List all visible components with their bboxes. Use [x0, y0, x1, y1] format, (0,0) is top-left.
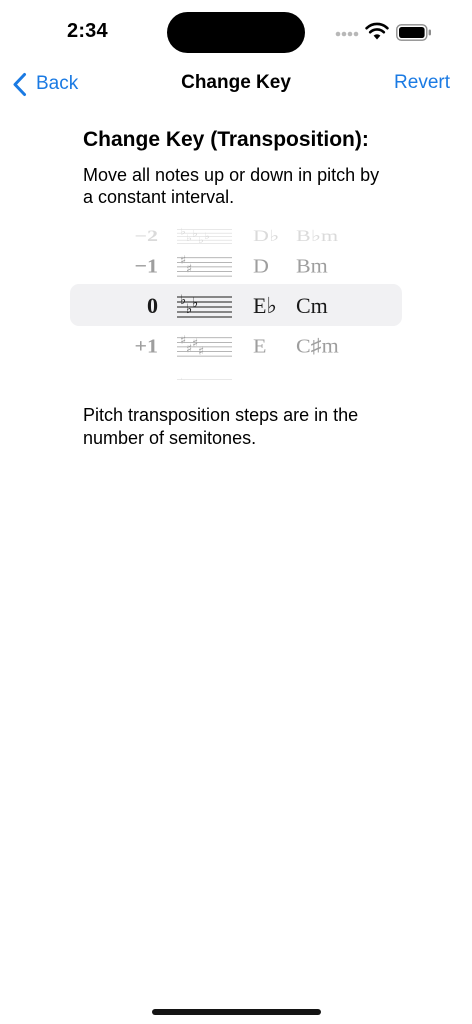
picker-row[interactable]: +1 ♯ ♯ ♯ ♯ E C♯m: [70, 328, 402, 365]
picker-row[interactable]: −2 ♭ ♭ ♭ ♭ ♭ D♭ B♭m: [70, 226, 402, 250]
picker-row[interactable]: 0 ♭ ♭ ♭ E♭ Cm: [70, 286, 402, 326]
picker-row[interactable]: −1 ♯ ♯ D Bm: [70, 248, 402, 285]
flat-accidental-icon: ♭: [204, 231, 210, 242]
minor-key-label: Cm: [296, 293, 328, 318]
transposition-step: 0: [147, 293, 158, 318]
battery-icon: [396, 24, 431, 41]
major-key-label: E♭: [253, 293, 277, 318]
minor-key-label: Bm: [296, 254, 328, 278]
key-signature-staff-icon: ♯ ♯: [177, 253, 232, 281]
flat-accidental-icon: ♭: [192, 296, 198, 311]
transposition-step: −2: [134, 226, 158, 245]
major-key-label: E: [253, 334, 267, 358]
major-key-label: F: [253, 372, 265, 380]
status-time: 2:34: [67, 20, 108, 42]
screen: 2:34 Back Change Key Revert Change Key (…: [0, 0, 472, 1024]
wifi-icon: [365, 22, 389, 40]
transposition-picker[interactable]: −2♭♭♭♭♭D♭B♭m−1♯♯DBm0♭♭♭E♭Cm+1♯♯♯♯EC♯m+2♭…: [70, 226, 402, 380]
revert-button[interactable]: Revert: [394, 72, 450, 94]
minor-key-label: B♭m: [296, 226, 339, 245]
cellular-signal-icon: [335, 31, 359, 37]
footnote-text: Pitch transposition steps are in the num…: [83, 405, 359, 448]
section-description: Move all notes up or down in pitch by a …: [83, 165, 380, 207]
transposition-step: +2: [134, 372, 158, 380]
sharp-accidental-icon: ♯: [186, 261, 192, 275]
flat-accidental-icon: ♭: [180, 376, 186, 380]
key-signature-staff-icon: ♭ ♭ ♭ ♭ ♭: [177, 226, 232, 247]
major-key-label: D: [253, 254, 269, 278]
home-indicator[interactable]: [152, 1009, 321, 1015]
key-signature-staff-icon: ♭ ♭ ♭: [177, 292, 232, 322]
minor-key-label: Dm: [296, 372, 329, 380]
picker-row[interactable]: +2 ♭ F Dm: [70, 372, 402, 380]
major-key-label: D♭: [253, 226, 280, 245]
key-signature-staff-icon: ♯ ♯ ♯ ♯: [177, 333, 232, 361]
key-signature-staff-icon: ♭: [177, 376, 232, 380]
transposition-step: −1: [134, 254, 158, 278]
sharp-accidental-icon: ♯: [198, 344, 204, 358]
dynamic-island: [167, 12, 305, 53]
minor-key-label: C♯m: [296, 334, 339, 358]
section-heading: Change Key (Transposition):: [83, 128, 369, 151]
transposition-step: +1: [134, 334, 158, 358]
